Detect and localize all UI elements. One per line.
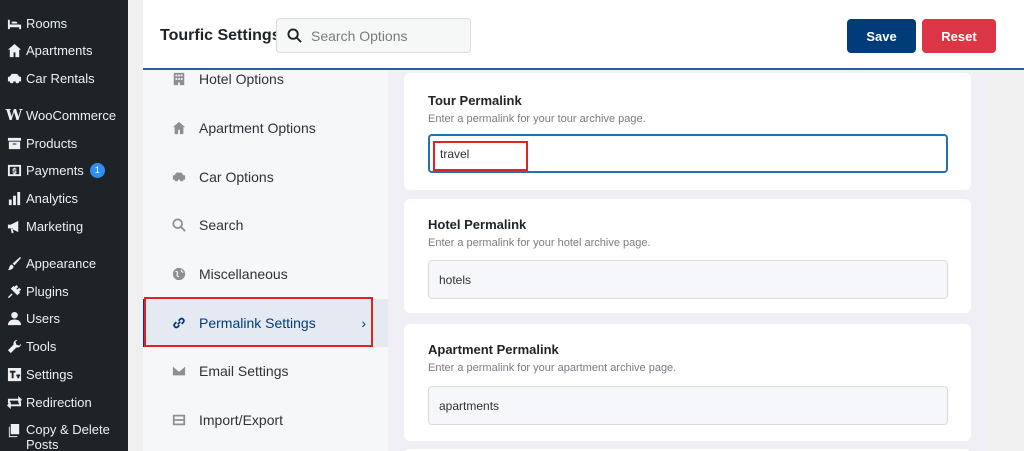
nav-label: Hotel Options <box>199 71 284 87</box>
wp-menu-products[interactable]: Products <box>0 130 128 156</box>
copy-icon <box>0 422 26 438</box>
wp-menu-analytics[interactable]: Analytics <box>0 185 128 211</box>
home-icon <box>171 120 187 136</box>
nav-label: Car Options <box>199 169 274 185</box>
hotel-permalink-input[interactable] <box>439 272 947 287</box>
apartment-permalink-card: Apartment Permalink Enter a permalink fo… <box>404 324 971 441</box>
page-title: Tourfic Settings <box>160 27 281 44</box>
nav-car-options[interactable]: Car Options <box>143 153 388 201</box>
search-icon <box>287 28 302 43</box>
hotel-permalink-title: Hotel Permalink <box>428 217 527 232</box>
globe-icon <box>171 266 187 282</box>
nav-label: Import/Export <box>199 412 284 428</box>
wp-menu-rooms[interactable]: Rooms <box>0 10 128 36</box>
wp-menu-label: Car Rentals <box>26 70 95 86</box>
wp-menu-label: Settings <box>26 366 73 382</box>
save-button[interactable]: Save <box>847 19 916 53</box>
settings-nav: Hotel Options Apartment Options Car Opti… <box>143 70 388 451</box>
link-icon <box>171 315 187 331</box>
wp-menu-users[interactable]: Users <box>0 305 128 331</box>
building-icon <box>171 71 187 87</box>
chart-bar-icon <box>0 191 26 206</box>
apartment-permalink-desc: Enter a permalink for your apartment arc… <box>428 362 677 374</box>
wp-menu-label: Products <box>26 135 78 151</box>
wp-menu-payments[interactable]: Payments 1 <box>0 157 128 183</box>
home-icon <box>0 43 26 58</box>
wp-menu-label: Apartments <box>26 42 93 58</box>
wp-menu-plugins[interactable]: Plugins <box>0 278 128 304</box>
wp-menu-settings[interactable]: Settings <box>0 361 128 387</box>
wp-menu-appearance[interactable]: Appearance <box>0 250 128 276</box>
hotel-permalink-field[interactable] <box>428 260 948 299</box>
search-box[interactable] <box>276 18 471 53</box>
apartment-permalink-title: Apartment Permalink <box>428 342 559 357</box>
wp-menu-label: Marketing <box>26 218 84 234</box>
apartment-permalink-field[interactable] <box>428 386 948 425</box>
chevron-right-icon: › <box>361 315 366 331</box>
wp-menu-label: WooCommerce <box>26 107 117 123</box>
nav-label: Apartment Options <box>199 120 316 136</box>
nav-hotel-options[interactable]: Hotel Options <box>143 55 388 103</box>
nav-label: Email Settings <box>199 363 289 379</box>
right-margin <box>988 70 1024 451</box>
sliders-icon <box>0 367 26 382</box>
tour-permalink-field[interactable] <box>428 134 948 173</box>
wp-menu-copy-delete-posts[interactable]: Copy & Delete Posts <box>0 422 128 451</box>
wp-admin-sidebar: Rooms Apartments Car Rentals W WooCommer… <box>0 0 128 451</box>
nav-label: Permalink Settings <box>199 315 316 331</box>
payments-count-badge: 1 <box>89 162 105 178</box>
wp-menu-label: Rooms <box>26 15 68 31</box>
car-icon <box>171 169 187 185</box>
tour-permalink-card: Tour Permalink Enter a permalink for you… <box>404 73 971 190</box>
wp-menu-label: Redirection <box>26 394 92 410</box>
wp-menu-apartments[interactable]: Apartments <box>0 37 128 63</box>
reset-button[interactable]: Reset <box>922 19 996 53</box>
wp-menu-label: Users <box>26 310 60 326</box>
dollar-icon <box>0 163 26 178</box>
apartment-permalink-input[interactable] <box>439 398 947 413</box>
megaphone-icon <box>0 219 26 234</box>
redirect-icon <box>0 395 26 410</box>
hotel-permalink-desc: Enter a permalink for your hotel archive… <box>428 237 651 249</box>
tour-permalink-title: Tour Permalink <box>428 93 522 108</box>
wp-menu-woocommerce[interactable]: W WooCommerce <box>0 102 128 128</box>
woocommerce-icon: W <box>5 106 23 124</box>
nav-email-settings[interactable]: Email Settings <box>143 347 388 395</box>
wp-menu-marketing[interactable]: Marketing <box>0 213 128 239</box>
database-icon <box>171 412 187 428</box>
wp-menu-label: Tools <box>26 338 57 354</box>
wp-menu-label: Analytics <box>26 190 79 206</box>
layout-gap <box>128 0 143 451</box>
tour-permalink-input[interactable] <box>440 146 946 161</box>
nav-apartment-options[interactable]: Apartment Options <box>143 104 388 152</box>
paintbrush-icon <box>0 256 26 271</box>
wp-menu-car-rentals[interactable]: Car Rentals <box>0 65 128 91</box>
nav-import-export[interactable]: Import/Export <box>143 396 388 444</box>
search-input[interactable] <box>311 27 461 44</box>
nav-label: Search <box>199 217 244 233</box>
permalink-settings-panel: Tour Permalink Enter a permalink for you… <box>388 70 988 451</box>
wp-menu-label: Plugins <box>26 283 69 299</box>
wp-menu-redirection[interactable]: Redirection <box>0 389 128 415</box>
wp-menu-tools[interactable]: Tools <box>0 333 128 359</box>
nav-search[interactable]: Search <box>143 201 388 249</box>
wp-menu-label: Copy & Delete Posts <box>26 422 110 451</box>
archive-icon <box>0 136 26 151</box>
nav-label: Miscellaneous <box>199 266 288 282</box>
envelope-icon <box>171 363 187 379</box>
plug-icon <box>0 284 26 299</box>
user-icon <box>0 311 26 326</box>
wp-menu-label: Appearance <box>26 255 97 271</box>
search-icon <box>171 217 187 233</box>
bed-icon <box>0 16 26 31</box>
nav-miscellaneous[interactable]: Miscellaneous <box>143 250 388 298</box>
hotel-permalink-card: Hotel Permalink Enter a permalink for yo… <box>404 199 971 313</box>
tour-permalink-desc: Enter a permalink for your tour archive … <box>428 113 646 125</box>
nav-permalink-settings[interactable]: Permalink Settings › <box>143 299 388 347</box>
wrench-icon <box>0 339 26 354</box>
wp-menu-label: Payments <box>26 162 84 178</box>
car-icon <box>0 71 26 86</box>
